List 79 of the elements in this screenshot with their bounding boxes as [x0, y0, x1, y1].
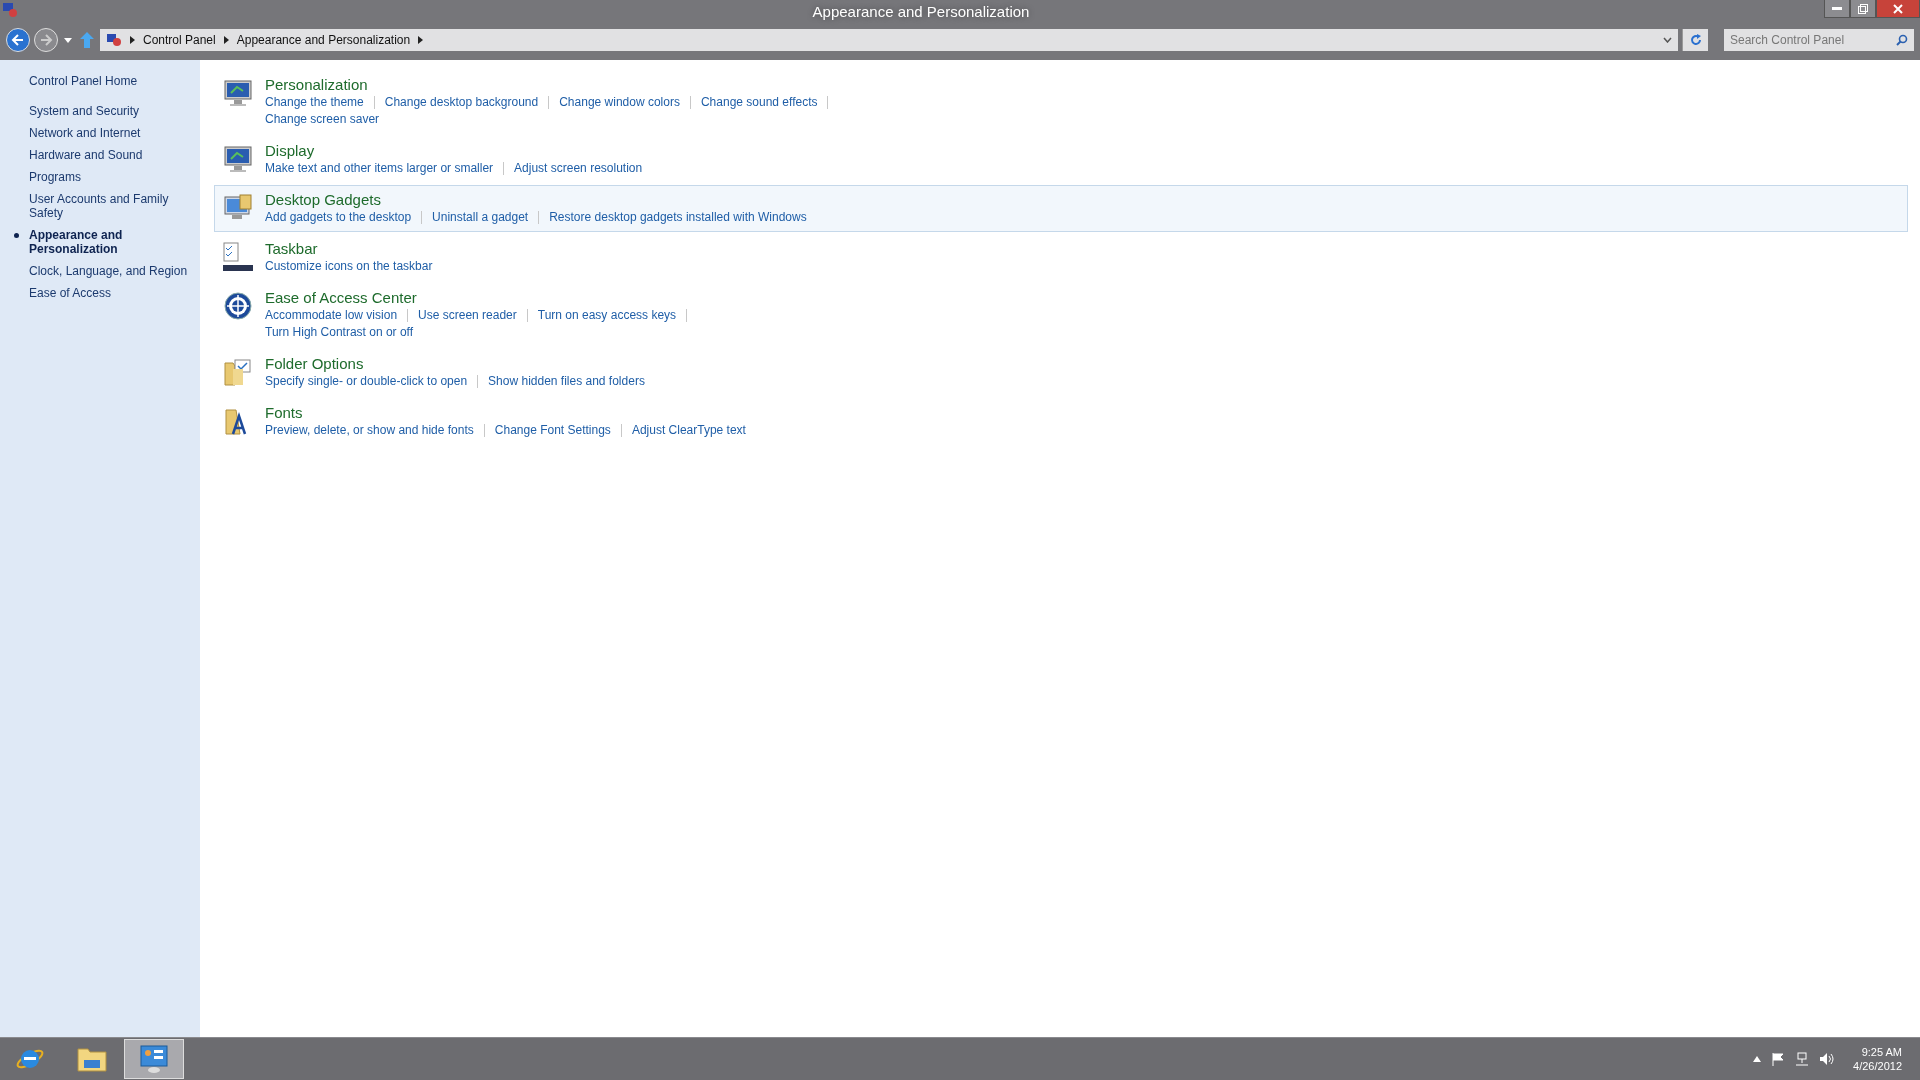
task-link[interactable]: Customize icons on the taskbar	[265, 258, 433, 275]
folder-icon	[76, 1045, 108, 1073]
category-title[interactable]: Folder Options	[265, 354, 364, 373]
window-title: Appearance and Personalization	[812, 3, 1030, 20]
back-arrow-icon	[11, 33, 25, 47]
refresh-button[interactable]	[1682, 29, 1708, 51]
task-link[interactable]: Restore desktop gadgets installed with Windows	[549, 209, 807, 226]
search-icon[interactable]	[1896, 34, 1908, 46]
search-field[interactable]: Search Control Panel	[1724, 29, 1914, 51]
task-link[interactable]: Accommodate low vision	[265, 307, 398, 324]
forward-arrow-icon	[39, 33, 53, 47]
tray-arrow-icon[interactable]	[1753, 1056, 1762, 1062]
clock[interactable]: 9:25 AM 4/26/2012	[1853, 1045, 1902, 1073]
close-icon	[1893, 3, 1903, 14]
refresh-icon	[1689, 34, 1702, 46]
flag-icon[interactable]	[1771, 1052, 1786, 1066]
address-field[interactable]: Control Panel Appearance and Personalization	[100, 29, 1678, 51]
category-title[interactable]: Fonts	[265, 403, 303, 422]
minimize-icon	[1832, 6, 1842, 11]
sidebar-item[interactable]: Network and Internet	[29, 126, 190, 140]
restore-button[interactable]	[1850, 0, 1876, 18]
bullet-icon	[14, 233, 19, 238]
date-text: 4/26/2012	[1853, 1059, 1902, 1073]
sidebar-item[interactable]: Programs	[29, 170, 190, 184]
task-link[interactable]: Preview, delete, or show and hide fonts	[265, 422, 474, 439]
category-title[interactable]: Taskbar	[265, 239, 318, 258]
arrow-icon	[223, 36, 229, 44]
task-link[interactable]: Adjust screen resolution	[514, 160, 643, 177]
task-link[interactable]: Change screen saver	[265, 111, 380, 128]
back-button[interactable]	[6, 28, 30, 52]
task-link[interactable]: Make text and other items larger or smaller	[265, 160, 494, 177]
task-link[interactable]: Use screen reader	[418, 307, 517, 324]
task-link[interactable]: Change window colors	[559, 94, 680, 111]
task-link[interactable]: Change sound effects	[700, 94, 818, 111]
arrow-icon	[130, 36, 135, 44]
control-panel-icon	[106, 33, 122, 47]
sidebar-item[interactable]: Ease of Access	[29, 286, 190, 300]
task-link[interactable]: Show hidden files and folders	[488, 373, 645, 390]
sidebar-item[interactable]: Hardware and Sound	[29, 148, 190, 162]
control-panel-icon	[2, 2, 18, 18]
caret-icon	[64, 37, 72, 43]
breadcrumb[interactable]: Control Panel	[143, 33, 216, 47]
control-panel-icon	[138, 1044, 170, 1074]
folder-options-icon	[223, 357, 253, 387]
taskbar-button[interactable]	[124, 1039, 184, 1079]
speaker-icon[interactable]	[1819, 1052, 1836, 1066]
category-title[interactable]: Desktop Gadgets	[265, 190, 381, 209]
task-link[interactable]: Change the theme	[265, 94, 364, 111]
arrow-icon	[418, 36, 424, 44]
sidebar-item[interactable]: Clock, Language, and Region	[29, 264, 190, 278]
sidebar-link[interactable]: Control Panel Home	[29, 74, 200, 88]
task-link[interactable]: Turn High Contrast on or off	[265, 324, 414, 341]
task-link[interactable]: Add gadgets to the desktop	[265, 209, 412, 226]
restore-icon	[1858, 3, 1868, 14]
sidebar-item[interactable]: Appearance and Personalization	[29, 228, 190, 256]
network-icon[interactable]	[1795, 1052, 1810, 1066]
task-link[interactable]: Turn on easy access keys	[537, 307, 677, 324]
chevron-down-icon	[1663, 37, 1672, 43]
category-title[interactable]: Ease of Access Center	[265, 288, 417, 307]
monitor-icon	[223, 144, 253, 174]
task-link[interactable]: Change Font Settings	[494, 422, 611, 439]
minimize-button[interactable]	[1824, 0, 1850, 18]
taskbar-icon	[222, 242, 254, 272]
task-link[interactable]: Uninstall a gadget	[432, 209, 529, 226]
category-title[interactable]: Display	[265, 141, 315, 160]
time-text: 9:25 AM	[1861, 1045, 1902, 1059]
forward-button[interactable]	[34, 28, 58, 52]
close-button[interactable]	[1876, 0, 1920, 18]
monitor-icon	[223, 78, 253, 108]
sidebar-item[interactable]: System and Security	[29, 104, 190, 118]
sidebar-item[interactable]: User Accounts and Family Safety	[29, 192, 190, 220]
task-link[interactable]: Change desktop background	[384, 94, 539, 111]
breadcrumb[interactable]: Appearance and Personalization	[236, 33, 411, 47]
dropdown-button[interactable]	[62, 37, 74, 43]
task-link[interactable]: Adjust ClearType text	[631, 422, 746, 439]
accessibility-icon	[223, 291, 253, 321]
up-arrow-icon	[80, 32, 94, 48]
category-title[interactable]: Personalization	[265, 75, 368, 94]
task-link[interactable]: Specify single- or double-click to open	[265, 373, 468, 390]
